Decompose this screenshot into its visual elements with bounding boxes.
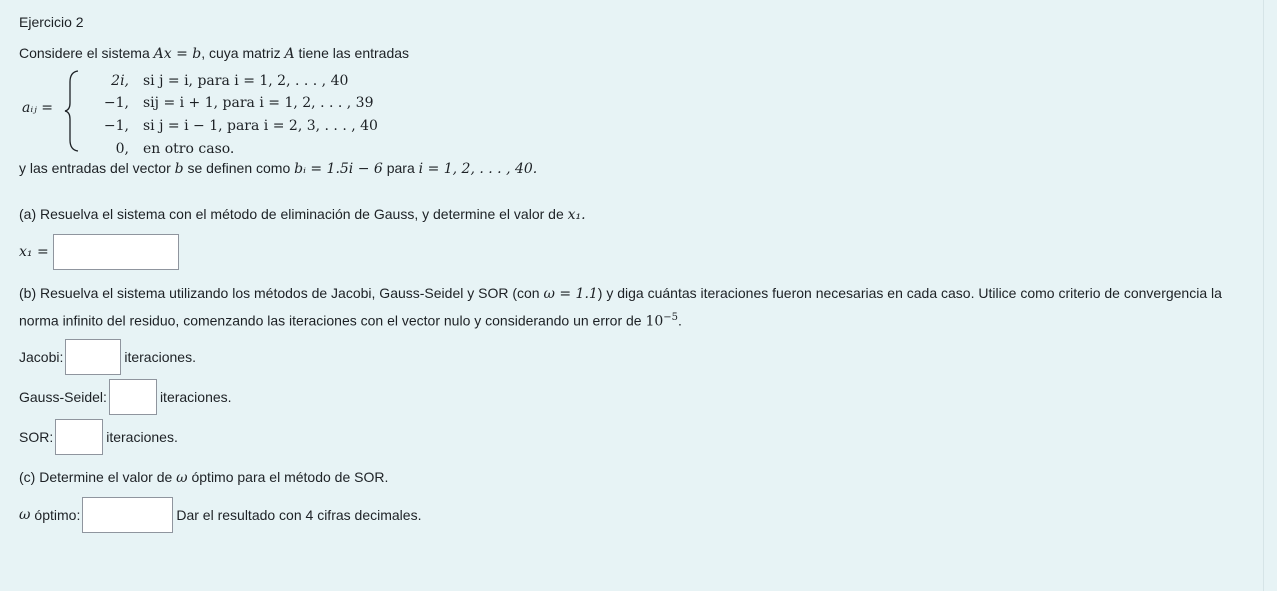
vector-range: i = 1, 2, . . . , 40. [418, 161, 538, 177]
intro-matrix-name: A [284, 46, 295, 62]
gauss-seidel-label: Gauss-Seidel: [19, 388, 107, 405]
vector-definition: y las entradas del vector b se definen c… [19, 158, 1253, 179]
piecewise-value: 2i, [111, 73, 129, 89]
question-panel: Ejercicio 2 Considere el sistema Ax = b,… [0, 0, 1264, 591]
piecewise-value: −1, [103, 95, 129, 111]
part-a-statement: (a) Resuelva el sistema con el método de… [19, 204, 1253, 225]
jacobi-suffix: iteraciones. [124, 348, 196, 365]
part-b-statement: (b) Resuelva el sistema utilizando los m… [19, 282, 1253, 334]
piecewise-definition: aᵢⱼ = 2i, si j = i, para i = 1, 2, . . . … [19, 70, 1253, 157]
piecewise-row: 2i, si j = i, para i = 1, 2, . . . , 40 [91, 70, 348, 92]
vector-text-2: se definen como [187, 160, 291, 176]
sor-row: SOR: iteraciones. [19, 418, 1253, 455]
part-b-tag: (b) [19, 285, 37, 301]
part-c-tag: (c) [19, 468, 36, 485]
x1-answer-input[interactable] [52, 234, 179, 270]
gauss-seidel-row: Gauss-Seidel: iteraciones. [19, 378, 1253, 415]
intro-text-1: Considere el sistema [19, 45, 150, 61]
part-b-error-exponent: −5 [663, 312, 679, 323]
part-c-note: Dar el resultado con 4 cifras decimales. [176, 506, 422, 523]
intro-text-3: tiene las entradas [294, 45, 410, 61]
intro-text-2: , cuya matriz [201, 45, 281, 61]
part-a-input-label: x₁ = [19, 244, 49, 260]
piecewise-row: 0, en otro caso. [91, 138, 235, 160]
piecewise-row: −1, sij = i + 1, para i = 1, 2, . . . , 3… [91, 92, 374, 114]
intro-equation: Ax = b [153, 46, 202, 62]
piecewise-condition: en otro caso. [143, 141, 235, 157]
sor-label: SOR: [19, 428, 54, 445]
piecewise-value: −1, [103, 118, 129, 134]
part-a-tag: (a) [19, 206, 37, 222]
part-c-text-1: Determine el valor de [39, 468, 173, 485]
part-b-text-1: Resuelva el sistema utilizando los métod… [40, 285, 540, 301]
part-a-answer-row: x₁ = [19, 234, 1253, 270]
gauss-seidel-suffix: iteraciones. [159, 388, 232, 405]
jacobi-iterations-input[interactable] [65, 338, 122, 375]
part-c-input-label: óptimo: [34, 506, 81, 523]
intro-paragraph: Considere el sistema Ax = b, cuya matriz… [19, 43, 1253, 64]
piecewise-condition: si j = i, para i = 1, 2, . . . , 40 [143, 73, 349, 89]
part-c-answer-row: ω óptimo: Dar el resultado con 4 cifras … [19, 496, 1253, 533]
vector-name: b [174, 161, 184, 177]
question-content: Ejercicio 2 Considere el sistema Ax = b,… [19, 14, 1253, 533]
vector-formula: bᵢ = 1.5i − 6 [294, 161, 383, 177]
part-a-text: Resuelva el sistema con el método de eli… [40, 206, 564, 222]
vector-text-1: y las entradas del vector [19, 160, 171, 176]
sor-suffix: iteraciones. [106, 428, 178, 445]
part-a-variable: x₁. [567, 207, 586, 223]
part-c-omega: ω [176, 469, 188, 486]
part-b-error-base: 10 [645, 313, 664, 330]
jacobi-label: Jacobi: [19, 348, 64, 365]
piecewise-condition: sij = i + 1, para i = 1, 2, . . . , 39 [143, 95, 374, 111]
part-c-omega-label: ω [19, 506, 31, 523]
sor-iterations-input[interactable] [55, 418, 104, 455]
part-c-statement: (c) Determine el valor de ω óptimo para … [19, 467, 1253, 488]
jacobi-row: Jacobi: iteraciones. [19, 338, 1253, 375]
part-b-text-3: . [678, 312, 682, 329]
omega-optimal-input[interactable] [82, 496, 174, 533]
piecewise-lhs: aᵢⱼ = [22, 100, 54, 116]
piecewise-row: −1, si j = i − 1, para i = 2, 3, . . . , … [91, 115, 378, 137]
question-title: Ejercicio 2 [19, 14, 84, 30]
left-brace-icon [64, 70, 79, 152]
part-c-text-2: óptimo para el método de SOR. [191, 468, 389, 485]
piecewise-value: 0, [115, 141, 129, 157]
vector-text-3: para [386, 160, 415, 176]
gauss-seidel-iterations-input[interactable] [108, 378, 157, 415]
piecewise-condition: si j = i − 1, para i = 2, 3, . . . , 40 [143, 118, 378, 134]
part-b-omega: ω = 1.1 [543, 286, 598, 302]
